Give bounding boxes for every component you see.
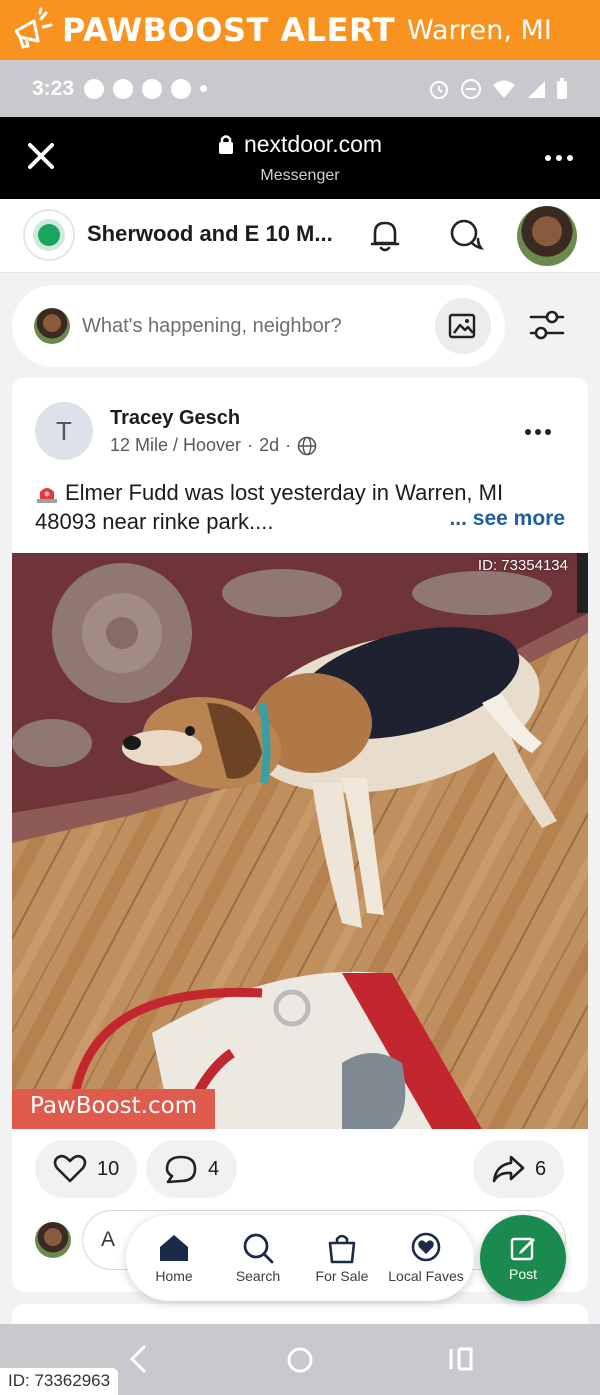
share-button[interactable]: 6 [473,1140,565,1198]
comment-icon [165,1155,197,1184]
post-location: 12 Mile / Hoover [110,435,242,455]
nav-for-sale[interactable]: For Sale [301,1232,383,1284]
author-avatar[interactable]: T [35,402,93,460]
local-faves-heart-icon [411,1232,441,1262]
post-button-label: Post [508,1266,537,1282]
post-button[interactable]: Post [480,1215,566,1301]
post-text-line-2: 48093 near rinke park.... [35,509,274,534]
post-composer[interactable]: What's happening, neighbor? [12,285,505,367]
bell-icon[interactable] [368,217,402,253]
composer-placeholder[interactable]: What's happening, neighbor? [82,315,342,338]
messenger-notification-icon [113,78,134,99]
wifi-icon [493,80,515,98]
nav-home[interactable]: Home [133,1232,215,1284]
url-text: nextdoor.com [243,131,383,157]
home-icon [160,1235,188,1261]
nav-local-faves[interactable]: Local Faves [385,1232,467,1284]
nav-home-label: Home [155,1268,193,1284]
recent-apps-icon[interactable] [448,1346,474,1372]
nav-for-sale-label: For Sale [315,1268,369,1284]
messages-icon[interactable] [448,217,484,253]
compose-icon [510,1237,535,1261]
meta-separator: · [285,435,292,455]
more-notifications-icon [200,85,208,92]
pawboost-title: PAWBOOST ALERT [62,11,395,49]
heart-icon [53,1154,87,1183]
nav-search-label: Search [235,1268,281,1284]
messenger-notification-icon [171,78,192,99]
like-button[interactable]: 10 [35,1140,138,1198]
alarm-icon [430,80,448,99]
filter-icon[interactable] [528,308,566,342]
post-age: 2d [259,435,280,455]
megaphone-icon [14,7,53,49]
status-time: 3:23 [32,76,75,100]
meta-separator: · [247,435,254,455]
pawboost-alert-banner: PAWBOOST ALERT Warren, MI [0,0,600,60]
back-icon[interactable] [128,1344,148,1374]
more-options-icon[interactable] [544,153,574,163]
globe-icon [297,436,317,455]
comment-count: 4 [208,1157,220,1180]
photo-id: ID: 73354134 [477,557,568,574]
search-icon [243,1233,274,1264]
post-options-icon[interactable] [524,428,552,436]
avatar [34,308,70,344]
post-text-line-1: Elmer Fudd was lost yesterday in Warren,… [65,480,504,505]
avatar [35,1222,71,1258]
photo-icon [448,313,476,339]
comment-button[interactable]: 4 [146,1140,238,1198]
browser-subtitle: Messenger [260,167,340,184]
chat-notification-icon [142,78,163,99]
app-header: Sherwood and E 10 M... [0,199,600,273]
post-card: T Tracey Gesch 12 Mile / Hoover · 2d · E… [12,378,588,1292]
share-icon [492,1155,525,1183]
pawboost-id: ID: 73362963 [0,1368,119,1395]
bottom-navigation: Home Search For Sale Local Faves [126,1215,474,1301]
url-bar[interactable]: nextdoor.com [0,131,600,158]
photo-watermark: PawBoost.com [12,1089,216,1129]
share-count: 6 [535,1157,547,1180]
status-bar: 3:23 [0,60,600,117]
shopping-bag-icon [328,1234,356,1264]
messenger-notification-icon [84,78,105,99]
nav-search[interactable]: Search [217,1232,299,1284]
post-meta: 12 Mile / Hoover · 2d · [110,435,317,456]
post-actions: 10 4 6 [12,1140,588,1200]
like-count: 10 [97,1157,120,1180]
profile-avatar[interactable] [517,206,577,266]
browser-toolbar: nextdoor.com Messenger [0,117,600,199]
dog-photo [12,553,588,1129]
neighborhood-selector[interactable]: Sherwood and E 10 M... [87,221,333,247]
see-more-link[interactable]: ... see more [449,507,565,531]
siren-icon [37,488,57,503]
do-not-disturb-icon [461,78,481,99]
battery-icon [557,77,567,99]
nav-local-faves-label: Local Faves [388,1268,464,1284]
author-name[interactable]: Tracey Gesch [110,407,240,430]
pawboost-location: Warren, MI [407,14,552,46]
signal-icon [528,80,545,98]
post-photo[interactable]: ID: 73354134 PawBoost.com [12,553,588,1129]
home-circle-icon[interactable] [286,1346,314,1374]
add-photo-button[interactable] [435,298,491,354]
nextdoor-logo[interactable] [23,209,75,261]
lock-icon [218,135,233,154]
